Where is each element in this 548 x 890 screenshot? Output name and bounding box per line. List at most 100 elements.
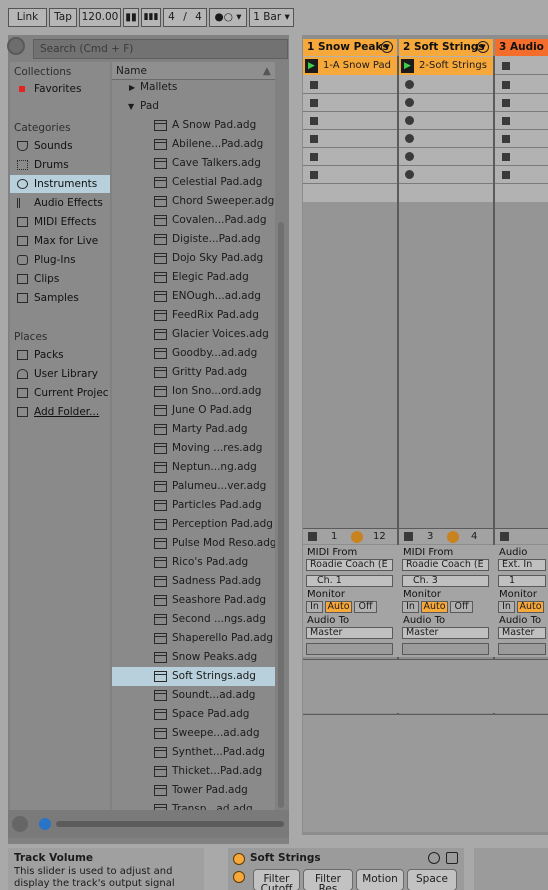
input-channel-select[interactable]: Ch. 3	[402, 575, 489, 587]
audio-to-select[interactable]: Master	[306, 627, 393, 639]
file-item[interactable]: Chord Sweeper.adg	[112, 192, 275, 211]
file-item[interactable]: Shaperello Pad.adg	[112, 629, 275, 648]
track-header-3[interactable]: 3 Audio	[495, 39, 548, 56]
file-item[interactable]: Celestial Pad.adg	[112, 173, 275, 192]
device-settings-icon[interactable]	[428, 852, 440, 864]
clip-slot[interactable]	[399, 130, 493, 148]
sidebar-item-add-folder[interactable]: Add Folder...	[10, 403, 110, 421]
track-header-2[interactable]: 2 Soft Strings ▼	[399, 39, 493, 56]
monitor-in-button[interactable]: In	[402, 601, 419, 613]
monitor-auto-button[interactable]: Auto	[325, 601, 352, 613]
track-menu-icon[interactable]: ▼	[381, 41, 393, 53]
file-item[interactable]: ENOugh...ad.adg	[112, 287, 275, 306]
clip-slot[interactable]	[399, 148, 493, 166]
file-item[interactable]: Sweepe...ad.adg	[112, 724, 275, 743]
monitor-in-button[interactable]: In	[498, 601, 515, 613]
clip-slot[interactable]	[303, 112, 397, 130]
input-source-select[interactable]: Ext. In	[498, 559, 546, 571]
clip-slot-3-1[interactable]	[495, 57, 548, 75]
clip-play-icon[interactable]: ▶	[305, 59, 318, 73]
signature-numerator[interactable]: 4	[168, 9, 175, 26]
preview-toggle-icon[interactable]	[39, 818, 51, 830]
monitor-auto-button[interactable]: Auto	[421, 601, 448, 613]
input-source-select[interactable]: Roadie Coach (E	[402, 559, 489, 571]
file-item[interactable]: Snow Peaks.adg	[112, 648, 275, 667]
clip-slot[interactable]	[399, 112, 493, 130]
file-item[interactable]: Synthet...Pad.adg	[112, 743, 275, 762]
monitor-in-button[interactable]: In	[306, 601, 323, 613]
tempo-field[interactable]: 120.00	[79, 8, 121, 27]
clip-slot[interactable]	[303, 94, 397, 112]
sidebar-item-samples[interactable]: Samples	[10, 289, 110, 307]
sidebar-item-max-for-live[interactable]: Max for Live	[10, 232, 110, 250]
output-channel-select[interactable]	[402, 643, 489, 655]
clip-slot[interactable]	[303, 166, 397, 184]
clip-slot[interactable]	[399, 94, 493, 112]
drop-area-3[interactable]	[495, 202, 548, 528]
browser-scrollbar[interactable]	[278, 222, 284, 808]
macro-space[interactable]: Space	[407, 869, 457, 890]
stop-all-icon[interactable]	[308, 532, 317, 541]
file-item[interactable]: Soundt...ad.adg	[112, 686, 275, 705]
input-source-select[interactable]: Roadie Coach (E	[306, 559, 393, 571]
device-save-icon[interactable]	[446, 852, 458, 864]
clip-slot[interactable]	[495, 76, 548, 94]
clip-slot[interactable]	[303, 130, 397, 148]
file-item[interactable]: Sadness Pad.adg	[112, 572, 275, 591]
file-item[interactable]: Cave Talkers.adg	[112, 154, 275, 173]
sidebar-item-drums[interactable]: Drums	[10, 156, 110, 174]
quantization-menu[interactable]: 1 Bar ▾	[249, 8, 294, 27]
file-item[interactable]: Covalen...Pad.adg	[112, 211, 275, 230]
file-item[interactable]: Digiste...Pad.adg	[112, 230, 275, 249]
file-item[interactable]: Pulse Mod Reso.adg	[112, 534, 275, 553]
sidebar-item-plug-ins[interactable]: Plug-Ins	[10, 251, 110, 269]
clip-slot[interactable]	[399, 166, 493, 184]
file-item[interactable]: Palumeu...ver.adg	[112, 477, 275, 496]
macro-filter-res[interactable]: Filter Res	[303, 869, 353, 890]
macro-motion[interactable]: Motion	[356, 869, 404, 890]
drop-area-2[interactable]	[399, 202, 493, 528]
file-item[interactable]: Particles Pad.adg	[112, 496, 275, 515]
clip-1-a-snow-pad[interactable]: ▶ 1-A Snow Pad 1	[303, 57, 397, 75]
file-item[interactable]: Perception Pad.adg	[112, 515, 275, 534]
monitor-auto-button[interactable]: Auto	[517, 601, 544, 613]
output-channel-select[interactable]	[306, 643, 393, 655]
audio-to-select[interactable]: Master	[498, 627, 546, 639]
search-input[interactable]: Search (Cmd + F)	[33, 39, 288, 59]
headphones-icon[interactable]	[12, 816, 28, 832]
track-header-1[interactable]: 1 Snow Peaks ▼	[303, 39, 397, 56]
sidebar-item-midi-effects[interactable]: MIDI Effects	[10, 213, 110, 231]
file-item[interactable]: Space Pad.adg	[112, 705, 275, 724]
sidebar-item-instruments[interactable]: Instruments	[10, 175, 110, 193]
file-item[interactable]: Dojo Sky Pad.adg	[112, 249, 275, 268]
sidebar-item-current-project[interactable]: Current Projec	[10, 384, 110, 402]
file-item[interactable]: Ion Sno...ord.adg	[112, 382, 275, 401]
folder-mallets[interactable]: ▶ Mallets	[112, 78, 275, 97]
file-item[interactable]: Elegic Pad.adg	[112, 268, 275, 287]
sidebar-item-packs[interactable]: Packs	[10, 346, 110, 364]
clip-2-soft-strings[interactable]: ▶ 2-Soft Strings 2	[399, 57, 493, 75]
folder-pad[interactable]: ▼ Pad	[112, 97, 275, 116]
file-item[interactable]: Thicket...Pad.adg	[112, 762, 275, 781]
sidebar-item-audio-effects[interactable]: Audio Effects	[10, 194, 110, 212]
sidebar-item-favorites[interactable]: Favorites	[10, 80, 110, 98]
track-menu-icon[interactable]: ▼	[477, 41, 489, 53]
file-item[interactable]: Goodby...ad.adg	[112, 344, 275, 363]
stop-all-icon[interactable]	[404, 532, 413, 541]
input-channel-select[interactable]: 1	[498, 575, 546, 587]
clip-slot[interactable]	[495, 130, 548, 148]
link-button[interactable]: Link	[8, 8, 47, 27]
macro-filter-cutoff[interactable]: Filter Cutoff	[253, 869, 300, 890]
metronome-toggle[interactable]: ●○ ▾	[209, 8, 247, 27]
input-channel-select[interactable]: Ch. 1	[306, 575, 393, 587]
nudge-icon[interactable]: ▮▮	[123, 8, 139, 27]
file-item[interactable]: Seashore Pad.adg	[112, 591, 275, 610]
clip-slot[interactable]	[495, 166, 548, 184]
file-item[interactable]: Marty Pad.adg	[112, 420, 275, 439]
metronome-icon[interactable]: ▮▮▮	[141, 8, 161, 27]
file-item[interactable]: Rico's Pad.adg	[112, 553, 275, 572]
file-item[interactable]: Tower Pad.adg	[112, 781, 275, 800]
file-item[interactable]: Moving ...res.adg	[112, 439, 275, 458]
monitor-off-button[interactable]: Off	[450, 601, 473, 613]
file-item[interactable]: Glacier Voices.adg	[112, 325, 275, 344]
